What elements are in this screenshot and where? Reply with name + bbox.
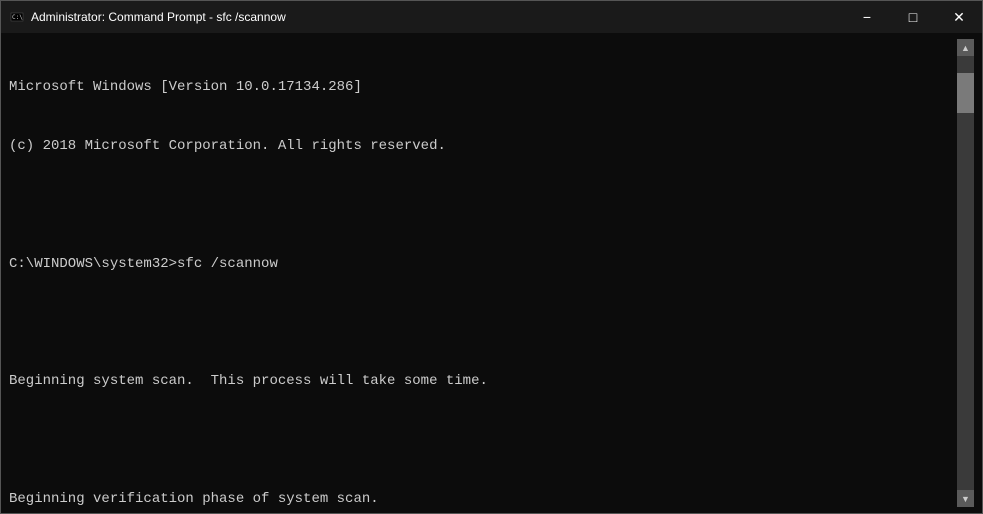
minimize-button[interactable]: − [844,1,890,33]
title-bar: C:\ Administrator: Command Prompt - sfc … [1,1,982,33]
terminal-line-4 [9,313,957,333]
terminal-line-7: Beginning verification phase of system s… [9,490,957,510]
scroll-up-button[interactable]: ▲ [957,39,974,56]
scroll-down-button[interactable]: ▼ [957,490,974,507]
window-title: Administrator: Command Prompt - sfc /sca… [31,10,974,24]
terminal-line-5: Beginning system scan. This process will… [9,372,957,392]
terminal-line-2 [9,196,957,216]
terminal-output: Microsoft Windows [Version 10.0.17134.28… [9,39,957,507]
terminal-line-1: (c) 2018 Microsoft Corporation. All righ… [9,137,957,157]
svg-text:C:\: C:\ [12,14,23,21]
terminal-line-6 [9,431,957,451]
window-icon: C:\ [9,9,25,25]
scrollbar-thumb[interactable] [957,73,974,113]
terminal-line-0: Microsoft Windows [Version 10.0.17134.28… [9,78,957,98]
cmd-window: C:\ Administrator: Command Prompt - sfc … [0,0,983,514]
close-button[interactable]: ✕ [936,1,982,33]
scrollbar[interactable]: ▲ ▼ [957,39,974,507]
window-controls: − □ ✕ [844,1,982,33]
maximize-button[interactable]: □ [890,1,936,33]
terminal-line-3: C:\WINDOWS\system32>sfc /scannow [9,255,957,275]
terminal-body[interactable]: Microsoft Windows [Version 10.0.17134.28… [1,33,982,513]
